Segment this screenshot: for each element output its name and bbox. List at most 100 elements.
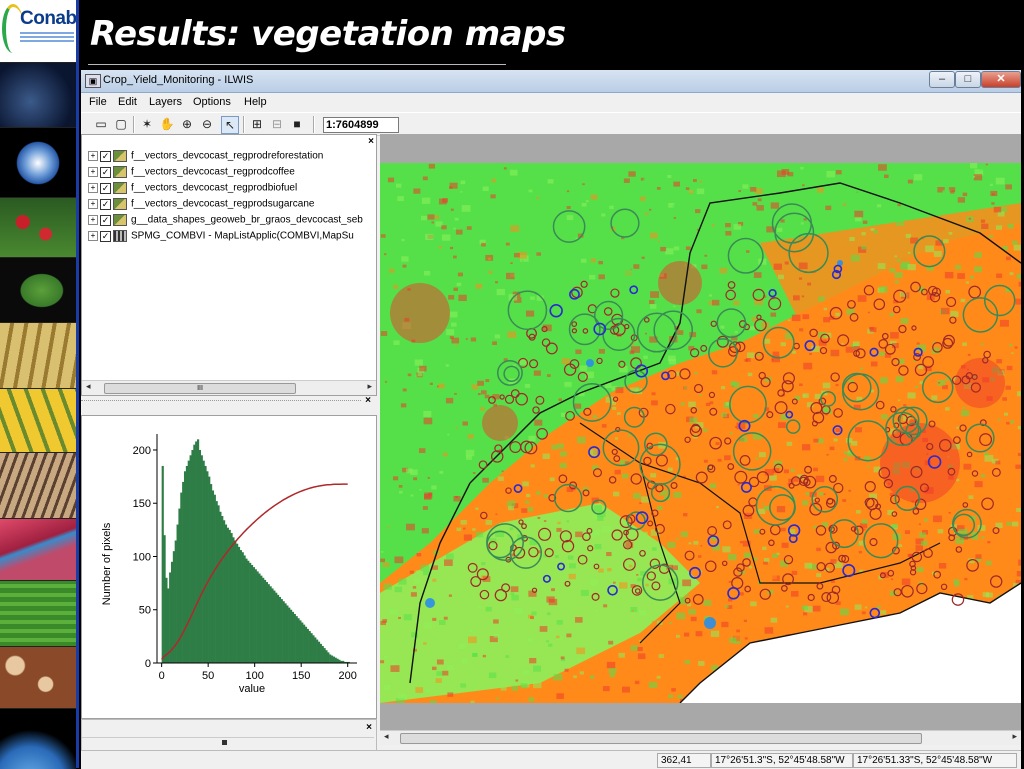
window-titlebar[interactable]: ▣ Crop_Yield_Monitoring - ILWIS – □ ✕ [81, 70, 1021, 93]
layer-item[interactable]: + ✓ f__vectors_devcocast_regprodsugarcane [88, 198, 372, 213]
scroll-thumb[interactable] [222, 740, 227, 745]
histogram-bar [321, 645, 324, 663]
select-arrow-icon[interactable]: ↖ [221, 116, 239, 134]
layer-label: f__vectors_devcocast_regprodreforestatio… [131, 150, 324, 162]
histogram-bar [200, 455, 203, 663]
histogram-bar [202, 460, 205, 663]
menu-edit[interactable]: Edit [118, 96, 137, 108]
scroll-right-icon[interactable]: ▸ [367, 381, 372, 392]
satellite-image-photo [0, 518, 76, 581]
raster-layer-icon [113, 230, 127, 242]
histogram-bar [284, 603, 287, 663]
histogram-chart: 0 50 100 150 200 0 50 100 150 200 Number of pixel… [101, 434, 357, 695]
x-tick-label: 100 [245, 670, 263, 682]
histogram-bar [204, 465, 207, 663]
histogram-bar [263, 579, 267, 663]
y-tick-label: 0 [145, 658, 151, 670]
menu-options[interactable]: Options [193, 96, 231, 108]
expand-icon[interactable]: + [88, 151, 98, 161]
histogram-bar [323, 648, 326, 663]
layer-panel-scrollbar[interactable]: ◂ III ▸ [82, 380, 376, 395]
histogram-bar [197, 439, 200, 663]
zoom-in-icon[interactable]: ⊕ [179, 116, 195, 132]
histogram-bar [286, 605, 289, 663]
logo-text: Conab [20, 8, 77, 29]
layer-label: f__vectors_devcocast_regprodcoffee [131, 166, 295, 178]
histogram-bar [299, 620, 302, 663]
expand-icon[interactable]: + [88, 215, 98, 225]
layer-checkbox[interactable]: ✓ [100, 214, 111, 226]
toolbar: ▭ ▢ ✶ ✋ ⊕ ⊖ ↖ ⊞ ⊟ ■ 1:7604899 [81, 112, 1021, 136]
earth-photo [0, 127, 76, 198]
layer-panel-close-icon[interactable]: × [368, 136, 374, 147]
bottom-panel: × [81, 719, 377, 751]
earth-horizon-photo [0, 708, 76, 769]
layer-item[interactable]: + ✓ f__vectors_devcocast_regprodreforestat… [88, 150, 372, 165]
expand-icon[interactable]: + [88, 199, 98, 209]
histogram-bar [215, 501, 218, 663]
layer-checkbox[interactable]: ✓ [100, 230, 111, 242]
histogram-bar [247, 560, 250, 663]
minimize-button[interactable]: – [929, 71, 955, 88]
map-scrollbar[interactable]: ◂ ▸ [380, 730, 1021, 745]
scroll-left-icon[interactable]: ◂ [384, 731, 389, 742]
histogram-bar [329, 654, 332, 663]
layer-item[interactable]: + ✓ g__data_shapes_geoweb_br_graos_devcoca… [88, 214, 372, 229]
layer-checkbox[interactable]: ✓ [100, 182, 111, 194]
save-icon[interactable]: ■ [289, 116, 305, 132]
pointer-star-icon[interactable]: ✶ [139, 116, 155, 132]
layer-item[interactable]: + ✓ SPMG_COMBVI - MapListApplic(COMBVI,Map… [88, 230, 372, 245]
remove-layer-icon[interactable]: ⊟ [269, 116, 285, 132]
histogram-bar [260, 575, 263, 663]
map-scroll-thumb[interactable] [400, 733, 922, 744]
histogram-bar [304, 626, 308, 663]
y-axis-label: Number of pixels [101, 522, 113, 605]
add-layer-icon[interactable]: ⊞ [249, 116, 265, 132]
bottom-panel-scrollbar[interactable] [82, 737, 374, 748]
brazil-map-photo [0, 257, 76, 323]
menu-help[interactable]: Help [244, 96, 267, 108]
close-button[interactable]: ✕ [981, 71, 1021, 88]
menu-file[interactable]: File [89, 96, 107, 108]
histogram-panel-close-icon[interactable]: × [365, 395, 371, 406]
scale-field[interactable]: 1:7604899 [323, 117, 399, 133]
histogram-bar [230, 533, 233, 663]
histogram-bar [273, 590, 276, 663]
layer-checkbox[interactable]: ✓ [100, 198, 111, 210]
histogram-bar [208, 476, 211, 663]
histogram-bar [163, 535, 166, 663]
expand-icon[interactable]: + [88, 231, 98, 241]
scroll-thumb[interactable]: III [104, 383, 296, 394]
layer-checkbox[interactable]: ✓ [100, 150, 111, 162]
bottom-panel-close-icon[interactable]: × [366, 722, 372, 733]
panel-splitter[interactable]: × [81, 395, 375, 406]
redraw-icon[interactable]: ▢ [113, 116, 129, 132]
layer-item[interactable]: + ✓ f__vectors_devcocast_regprodbiofuel [88, 182, 372, 197]
histogram-bar [185, 465, 188, 663]
menu-layers[interactable]: Layers [149, 96, 182, 108]
maximize-button[interactable]: □ [955, 71, 981, 88]
histogram-bar [211, 490, 215, 663]
layer-item[interactable]: + ✓ f__vectors_devcocast_regprodcoffee [88, 166, 372, 181]
x-tick-label: 0 [159, 670, 165, 682]
histogram-bar [334, 657, 337, 663]
expand-icon[interactable]: + [88, 167, 98, 177]
scroll-left-icon[interactable]: ◂ [86, 381, 91, 392]
entire-map-icon[interactable]: ▭ [93, 116, 109, 132]
histogram-bar [224, 524, 228, 663]
histogram-bar [262, 577, 265, 663]
status-value: 362,41 [657, 753, 711, 768]
histogram-bar [189, 455, 192, 663]
x-tick-label: 50 [202, 670, 214, 682]
scroll-right-icon[interactable]: ▸ [1012, 731, 1017, 742]
layer-checkbox[interactable]: ✓ [100, 166, 111, 178]
vegetation-map[interactable] [380, 163, 1021, 703]
logo-subtitle-lines [20, 32, 74, 34]
pan-hand-icon[interactable]: ✋ [159, 116, 175, 132]
map-view[interactable] [380, 163, 1021, 703]
expand-icon[interactable]: + [88, 183, 98, 193]
histogram-bar [308, 631, 311, 663]
zoom-out-icon[interactable]: ⊖ [199, 116, 215, 132]
layer-label: SPMG_COMBVI - MapListApplic(COMBVI,MapSu [131, 230, 354, 242]
histogram-bar [169, 572, 172, 663]
